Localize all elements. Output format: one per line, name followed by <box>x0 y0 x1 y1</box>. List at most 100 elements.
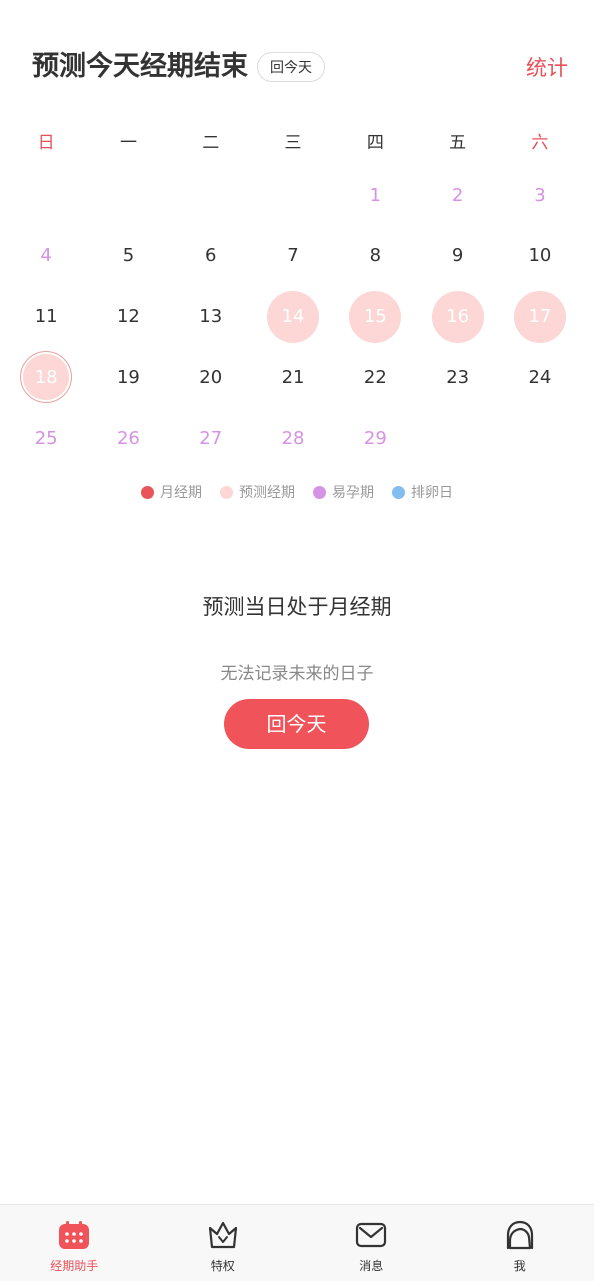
calendar-day-number: 6 <box>185 230 237 282</box>
weekday-fri: 五 <box>416 128 498 158</box>
calendar-icon <box>58 1219 90 1251</box>
calendar-day[interactable]: 24 <box>499 347 581 407</box>
bottom-tab-bar: 经期助手 特权 消息 我 <box>0 1204 594 1281</box>
calendar-day-number: 22 <box>349 351 401 403</box>
page-title: 预测今天经期结束 <box>32 48 248 86</box>
calendar-day-number: 17 <box>514 291 566 343</box>
calendar-day[interactable]: 17 <box>499 287 581 347</box>
calendar-day-number: 5 <box>102 230 154 282</box>
tab-label: 我 <box>446 1257 594 1274</box>
calendar-day[interactable]: 27 <box>170 408 252 468</box>
calendar-day-number: 8 <box>349 230 401 282</box>
crown-icon <box>207 1219 239 1251</box>
calendar-empty-cell <box>417 408 499 468</box>
legend-item-ovulation: 排卵日 <box>392 480 453 504</box>
calendar-day-number: 7 <box>267 230 319 282</box>
legend-dot <box>392 486 405 499</box>
calendar-day-number: 16 <box>432 291 484 343</box>
calendar-day-number: 14 <box>267 291 319 343</box>
tab-label: 经期助手 <box>0 1257 149 1274</box>
user-icon <box>504 1219 536 1251</box>
legend-item-period: 月经期 <box>141 480 202 504</box>
legend-dot <box>141 486 154 499</box>
tab-label: 消息 <box>297 1257 446 1274</box>
calendar-day[interactable]: 9 <box>417 226 499 286</box>
tab-privileges[interactable]: 特权 <box>149 1205 298 1281</box>
calendar-day-number: 27 <box>185 412 237 464</box>
calendar-day-number: 9 <box>432 230 484 282</box>
mail-icon <box>355 1219 387 1251</box>
calendar-day[interactable]: 4 <box>5 226 87 286</box>
calendar-day-number: 20 <box>185 351 237 403</box>
calendar-day[interactable]: 6 <box>170 226 252 286</box>
weekday-mon: 一 <box>87 128 169 158</box>
calendar-day[interactable]: 28 <box>252 408 334 468</box>
weekday-sun: 日 <box>5 128 87 158</box>
tab-me[interactable]: 我 <box>446 1205 594 1281</box>
legend: 月经期 预测经期 易孕期 排卵日 <box>0 480 594 504</box>
header: 预测今天经期结束 回今天 统计 <box>0 0 594 110</box>
calendar-day-number: 1 <box>349 169 401 221</box>
tab-messages[interactable]: 消息 <box>297 1205 446 1281</box>
calendar-day[interactable]: 8 <box>334 226 416 286</box>
calendar-day[interactable]: 2 <box>417 165 499 225</box>
calendar-day[interactable]: 14 <box>252 287 334 347</box>
calendar-empty-cell <box>170 165 252 225</box>
calendar-day[interactable]: 1 <box>334 165 416 225</box>
calendar-day[interactable]: 23 <box>417 347 499 407</box>
status-hint: 无法记录未来的日子 <box>0 660 594 688</box>
legend-dot <box>220 486 233 499</box>
calendar-empty-cell <box>252 165 334 225</box>
legend-dot <box>313 486 326 499</box>
calendar-day[interactable]: 21 <box>252 347 334 407</box>
calendar-day[interactable]: 3 <box>499 165 581 225</box>
calendar-day-number: 3 <box>514 169 566 221</box>
status-message: 预测当日处于月经期 <box>0 590 594 624</box>
calendar-day[interactable]: 20 <box>170 347 252 407</box>
weekday-sat: 六 <box>499 128 581 158</box>
legend-label: 预测经期 <box>239 482 295 502</box>
calendar-day-number: 10 <box>514 230 566 282</box>
weekday-wed: 三 <box>252 128 334 158</box>
calendar-day-number: 13 <box>185 291 237 343</box>
calendar-day[interactable]: 25 <box>5 408 87 468</box>
weekday-header: 日 一 二 三 四 五 六 <box>5 128 589 158</box>
calendar-day[interactable]: 15 <box>334 287 416 347</box>
calendar-day-number: 28 <box>267 412 319 464</box>
calendar-day-number: 23 <box>432 351 484 403</box>
tab-period-assistant[interactable]: 经期助手 <box>0 1205 149 1281</box>
calendar-day-number: 18 <box>20 351 72 403</box>
calendar-day[interactable]: 26 <box>87 408 169 468</box>
calendar-day-number: 2 <box>432 169 484 221</box>
calendar-day[interactable]: 10 <box>499 226 581 286</box>
calendar-day-number: 11 <box>20 291 72 343</box>
weekday-thu: 四 <box>334 128 416 158</box>
back-to-today-chip[interactable]: 回今天 <box>257 52 325 82</box>
calendar-day[interactable]: 29 <box>334 408 416 468</box>
calendar-day-number: 12 <box>102 291 154 343</box>
calendar-day[interactable]: 5 <box>87 226 169 286</box>
calendar-day-number: 21 <box>267 351 319 403</box>
calendar-grid: 1234567891011121314151617181920212223242… <box>5 165 589 470</box>
calendar-day[interactable]: 11 <box>5 287 87 347</box>
legend-label: 月经期 <box>160 482 202 502</box>
legend-label: 易孕期 <box>332 482 374 502</box>
calendar-empty-cell <box>5 165 87 225</box>
back-to-today-button[interactable]: 回今天 <box>224 699 369 749</box>
calendar-day-number: 15 <box>349 291 401 343</box>
legend-label: 排卵日 <box>411 482 453 502</box>
calendar-day-number: 29 <box>349 412 401 464</box>
calendar-day[interactable]: 7 <box>252 226 334 286</box>
calendar-day[interactable]: 19 <box>87 347 169 407</box>
calendar-day[interactable]: 12 <box>87 287 169 347</box>
calendar-day[interactable]: 13 <box>170 287 252 347</box>
calendar-day-number: 26 <box>102 412 154 464</box>
weekday-tue: 二 <box>170 128 252 158</box>
calendar-day[interactable]: 22 <box>334 347 416 407</box>
calendar-empty-cell <box>87 165 169 225</box>
stats-link[interactable]: 统计 <box>526 52 568 84</box>
calendar-day-number: 19 <box>102 351 154 403</box>
calendar-day[interactable]: 18 <box>5 347 87 407</box>
calendar-day[interactable]: 16 <box>417 287 499 347</box>
calendar-day-number: 25 <box>20 412 72 464</box>
